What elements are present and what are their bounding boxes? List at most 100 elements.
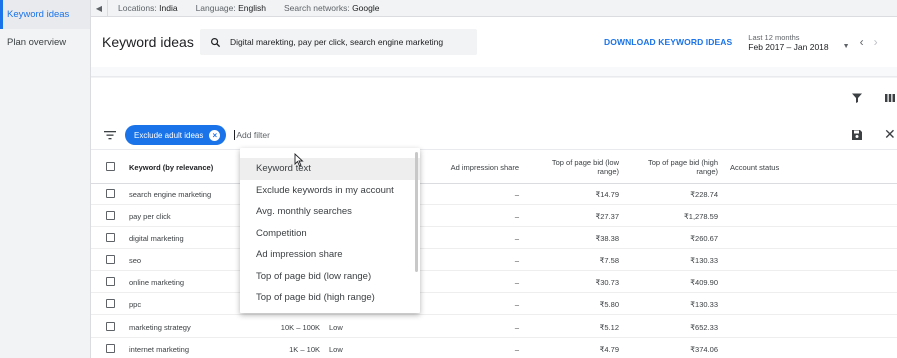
keyword-cell: internet marketing	[129, 344, 190, 354]
keyword-cell: search engine marketing	[129, 189, 212, 199]
networks-label: Search networks:	[284, 3, 350, 13]
table-row[interactable]: ppc – ₹5.80 ₹130.33	[91, 293, 897, 315]
bid-high-cell: ₹374.06	[690, 344, 718, 354]
row-checkbox[interactable]	[106, 233, 115, 242]
impression-cell: –	[514, 344, 519, 354]
col-header-ad-impression[interactable]: Ad impression share	[431, 150, 519, 184]
menu-item-exclude-keywords[interactable]: Exclude keywords in my account	[240, 180, 420, 202]
bid-high-cell: ₹1,278.59	[684, 211, 718, 221]
filter-chip-exclude-adult[interactable]: Exclude adult ideas ×	[125, 125, 227, 145]
language-label: Language:	[195, 3, 236, 13]
chevron-right-icon[interactable]: ›	[874, 35, 878, 49]
table-header: Keyword (by relevance) A Ad impression s…	[91, 150, 897, 184]
divider	[107, 0, 108, 17]
networks-value: Google	[352, 3, 380, 13]
add-filter-input[interactable]: Add filter	[234, 130, 270, 140]
filter-chip-label: Exclude adult ideas	[134, 130, 204, 140]
bid-high-cell: ₹260.67	[690, 233, 718, 243]
col-header-top-bid-low[interactable]: Top of page bid (low range)	[536, 150, 619, 184]
bid-high-cell: ₹409.90	[690, 277, 718, 287]
collapse-arrow-icon[interactable]: ◀	[91, 4, 107, 13]
searches-cell: 10K – 100K	[280, 322, 320, 332]
table-row[interactable]: marketing strategy 10K – 100K Low – ₹5.1…	[91, 316, 897, 338]
close-icon[interactable]: ×	[209, 129, 221, 141]
col-header-account-status[interactable]: Account status	[730, 150, 820, 184]
bid-high-cell: ₹130.33	[690, 255, 718, 265]
page-header: Keyword ideas Digital marekting, pay per…	[91, 17, 897, 67]
keyword-cell: marketing strategy	[129, 322, 191, 332]
language-setting[interactable]: Language: English	[196, 3, 266, 13]
bid-low-cell: ₹7.58	[599, 255, 619, 265]
competition-cell: Low	[329, 322, 343, 332]
row-checkbox[interactable]	[106, 277, 115, 286]
row-checkbox[interactable]	[106, 189, 115, 198]
bid-high-cell: ₹228.74	[690, 189, 718, 199]
menu-item-competition[interactable]: Competition	[240, 223, 420, 245]
download-keyword-ideas-button[interactable]: DOWNLOAD KEYWORD IDEAS	[604, 37, 732, 47]
impression-cell: –	[514, 189, 519, 199]
menu-item-top-bid-high[interactable]: Top of page bid (high range)	[240, 287, 420, 309]
table-row[interactable]: seo – ₹7.58 ₹130.33	[91, 249, 897, 271]
bid-low-cell: ₹5.12	[599, 322, 619, 332]
sidebar-item-keyword-ideas[interactable]: Keyword ideas	[0, 0, 90, 29]
col-header-keyword[interactable]: Keyword (by relevance)	[129, 150, 249, 184]
date-range-label: Last 12 months	[748, 32, 800, 42]
chevron-left-icon[interactable]: ‹	[860, 35, 864, 49]
menu-item-ad-impression-share[interactable]: Ad impression share	[240, 244, 420, 266]
row-checkbox[interactable]	[106, 255, 115, 264]
menu-item-avg-monthly-searches[interactable]: Avg. monthly searches	[240, 201, 420, 223]
impression-cell: –	[514, 322, 519, 332]
page-title: Keyword ideas	[102, 34, 194, 50]
keyword-cell: online marketing	[129, 277, 185, 287]
date-range-text: Feb 2017 – Jan 2018	[748, 41, 829, 52]
search-input[interactable]: Digital marekting, pay per click, search…	[200, 29, 477, 55]
locations-label: Locations:	[118, 3, 157, 13]
table-row[interactable]: pay per click – ₹27.37 ₹1,278.59	[91, 205, 897, 227]
networks-setting[interactable]: Search networks: Google	[284, 3, 379, 13]
sidebar: Keyword ideas Plan overview	[0, 0, 91, 358]
filter-menu: Keyword text Exclude keywords in my acco…	[240, 148, 420, 313]
columns-icon[interactable]	[884, 92, 896, 104]
bid-high-cell: ₹652.33	[690, 322, 718, 332]
keyword-cell: seo	[129, 255, 142, 265]
row-checkbox[interactable]	[106, 299, 115, 308]
targeting-bar: ◀ Locations: India Language: English Sea…	[91, 0, 897, 17]
col-header-top-bid-high[interactable]: Top of page bid (high range)	[634, 150, 718, 184]
impression-cell: –	[514, 211, 519, 221]
search-input-value: Digital marekting, pay per click, search…	[230, 37, 444, 47]
close-icon[interactable]: ✕	[884, 126, 896, 143]
table-row[interactable]: online marketing – ₹30.73 ₹409.90	[91, 271, 897, 293]
locations-value: India	[159, 3, 178, 13]
date-range-picker[interactable]: Last 12 months Feb 2017 – Jan 2018 ▼	[748, 33, 849, 52]
keyword-cell: pay per click	[129, 211, 171, 221]
keyword-cell: ppc	[129, 299, 142, 309]
filter-bar: Exclude adult ideas × Add filter ✕	[91, 121, 897, 150]
bid-low-cell: ₹5.80	[599, 299, 619, 309]
keyword-cell: digital marketing	[129, 233, 184, 243]
table-row[interactable]: internet marketing 1K – 10K Low – ₹4.79 …	[91, 338, 897, 358]
row-checkbox[interactable]	[106, 344, 115, 353]
row-checkbox[interactable]	[106, 211, 115, 220]
filter-icon[interactable]	[851, 92, 863, 104]
menu-scrollbar[interactable]	[415, 152, 418, 272]
save-icon[interactable]	[851, 129, 863, 141]
dropdown-arrow-icon[interactable]: ▼	[843, 43, 850, 50]
menu-item-keyword-text[interactable]: Keyword text	[240, 158, 420, 180]
locations-setting[interactable]: Locations: India	[118, 3, 178, 13]
cursor-icon	[294, 153, 304, 167]
table-row[interactable]: search engine marketing – ₹14.79 ₹228.74	[91, 183, 897, 205]
select-all-checkbox[interactable]	[106, 162, 115, 171]
bid-low-cell: ₹27.37	[595, 211, 619, 221]
bid-low-cell: ₹30.73	[595, 277, 619, 287]
filter-list-icon[interactable]	[104, 130, 116, 140]
impression-cell: –	[514, 255, 519, 265]
bid-high-cell: ₹130.33	[690, 299, 718, 309]
table-row[interactable]: digital marketing – ₹38.38 ₹260.67	[91, 227, 897, 249]
bid-low-cell: ₹14.79	[595, 189, 619, 199]
impression-cell: –	[514, 299, 519, 309]
menu-item-top-bid-low[interactable]: Top of page bid (low range)	[240, 266, 420, 288]
sidebar-item-plan-overview[interactable]: Plan overview	[0, 29, 90, 55]
tools-row	[91, 78, 897, 118]
row-checkbox[interactable]	[106, 322, 115, 331]
impression-cell: –	[514, 233, 519, 243]
